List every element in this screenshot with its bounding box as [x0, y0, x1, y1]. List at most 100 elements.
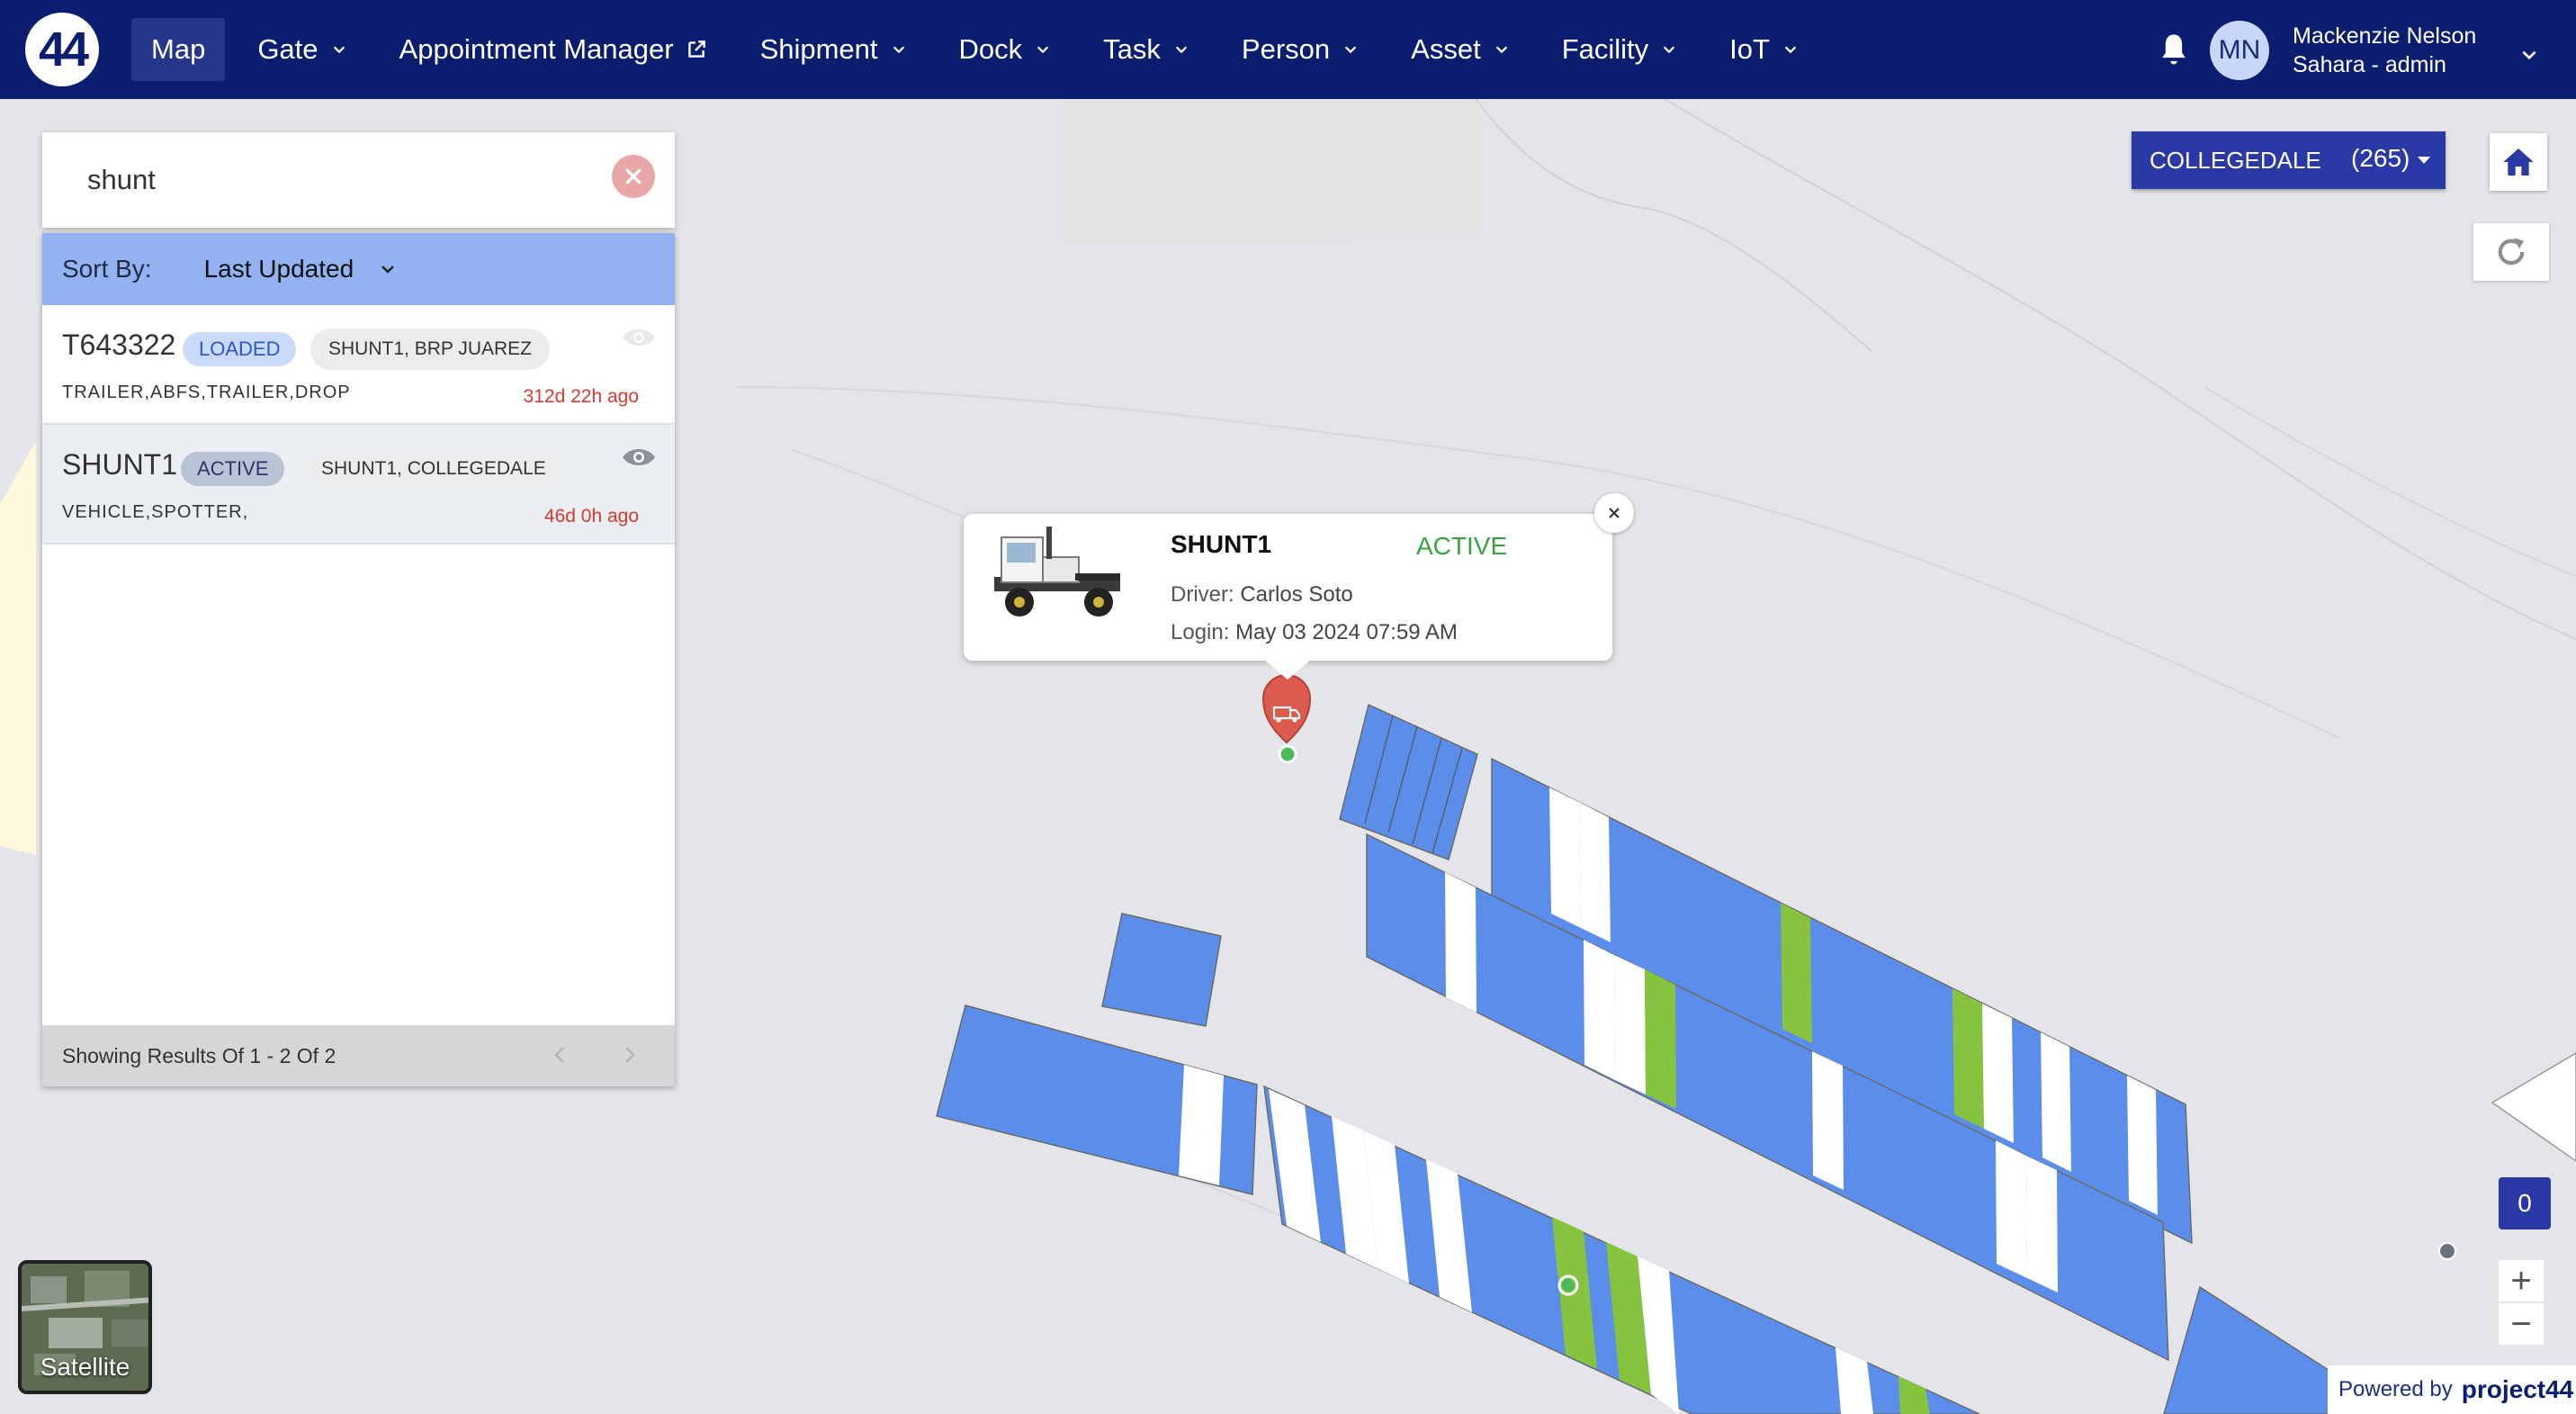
- nav-asset[interactable]: Asset: [1391, 18, 1530, 81]
- zoom-out-button[interactable]: −: [2499, 1303, 2544, 1345]
- result-tag-primary: SHUNT1: [328, 338, 405, 359]
- chevron-down-icon: [1495, 46, 1507, 54]
- result-id: SHUNT1: [62, 448, 178, 481]
- nav-facility[interactable]: Facility: [1542, 18, 1697, 81]
- nav-task[interactable]: Task: [1083, 18, 1209, 81]
- nav-iot-label: IoT: [1729, 33, 1770, 65]
- popup-driver-label: Driver:: [1171, 582, 1234, 607]
- top-nav-bar: 44 Map Gate Appointment Manager Shipment…: [0, 0, 2576, 99]
- parking-block[interactable]: [1101, 913, 1222, 1027]
- chevron-down-icon: [1344, 46, 1357, 54]
- satellite-label: Satellite: [40, 1353, 130, 1381]
- nav-gate-label: Gate: [257, 33, 319, 65]
- nav-facility-label: Facility: [1561, 33, 1649, 65]
- project44-brand: project44: [2461, 1375, 2574, 1403]
- facility-name: COLLEGEDALE: [2150, 146, 2321, 174]
- eye-icon[interactable]: [621, 325, 657, 350]
- nav-iot[interactable]: IoT: [1710, 18, 1818, 81]
- result-subtitle: TRAILER,ABFS,TRAILER,DROP: [62, 383, 351, 402]
- status-badge: LOADED: [183, 332, 297, 366]
- chevron-down-icon: [1175, 46, 1188, 54]
- popup-driver: Driver: Carlos Soto: [1171, 582, 1353, 608]
- home-icon: [2503, 149, 2534, 176]
- result-tag-secondary: COLLEGEDALE: [407, 458, 546, 479]
- nav-shipment[interactable]: Shipment: [740, 18, 927, 81]
- avatar[interactable]: MN: [2210, 21, 2269, 80]
- nav-map[interactable]: Map: [131, 18, 226, 81]
- nav-dock[interactable]: Dock: [939, 18, 1072, 81]
- result-tag-secondary: BRP JUAREZ: [414, 338, 532, 359]
- nav-dock-label: Dock: [958, 33, 1023, 65]
- asset-dot[interactable]: [1562, 1279, 1575, 1292]
- result-time: 46d 0h ago: [543, 506, 639, 527]
- nav-map-label: Map: [151, 33, 206, 65]
- sort-label: Sort By:: [62, 255, 152, 283]
- powered-by-text: Powered by: [2338, 1377, 2453, 1401]
- map-area-green: [1062, 99, 1485, 243]
- external-link-icon: [687, 41, 705, 58]
- popup-close-button[interactable]: [1594, 493, 1634, 533]
- refresh-button[interactable]: [2473, 223, 2549, 281]
- user-name: Mackenzie Nelson: [2293, 23, 2477, 49]
- popup-asset-name: SHUNT1: [1171, 530, 1272, 558]
- results-panel: Sort By: Last Updated T643322 LOADED SHU…: [42, 233, 675, 1086]
- user-menu[interactable]: Mackenzie Nelson Sahara - admin: [2293, 22, 2476, 79]
- parking-block[interactable]: [1339, 703, 1478, 860]
- project44-logo[interactable]: 44: [25, 13, 99, 86]
- parking-block[interactable]: [2163, 1285, 2340, 1414]
- pagination-bar: Showing Results Of 1 - 2 Of 2: [42, 1025, 675, 1086]
- sort-select[interactable]: Last Updated: [204, 255, 355, 284]
- refresh-icon: [2498, 238, 2525, 266]
- result-subtitle: VEHICLE,SPOTTER,: [62, 502, 249, 522]
- popup-status: ACTIVE: [1416, 532, 1508, 560]
- popup-login: Login: May 03 2024 07:59 AM: [1171, 620, 1458, 645]
- search-input[interactable]: [87, 164, 591, 196]
- search-clear-button[interactable]: [612, 155, 655, 198]
- facility-count: (265): [2351, 144, 2410, 172]
- truck-image: [994, 527, 1120, 617]
- map-dot[interactable]: [2438, 1242, 2456, 1260]
- map-road: [2204, 386, 2576, 577]
- user-role: Sahara - admin: [2293, 52, 2446, 77]
- main-nav: Map Gate Appointment Manager Shipment Do…: [131, 0, 1831, 99]
- sort-bar: Sort By: Last Updated: [42, 233, 675, 305]
- popup-driver-value: Carlos Soto: [1240, 582, 1353, 607]
- parking-block[interactable]: [2491, 1052, 2576, 1162]
- result-tag: SHUNT1, BRP JUAREZ: [310, 329, 550, 370]
- facility-selector[interactable]: COLLEGEDALE (265): [2132, 131, 2446, 189]
- list-item[interactable]: T643322 LOADED SHUNT1, BRP JUAREZ TRAILE…: [42, 305, 675, 425]
- nav-asset-label: Asset: [1411, 33, 1481, 65]
- nav-task-label: Task: [1103, 33, 1161, 65]
- nav-appointment-manager-label: Appointment Manager: [399, 33, 674, 65]
- chevron-down-icon[interactable]: [379, 260, 397, 278]
- nav-appointment-manager[interactable]: Appointment Manager: [380, 18, 728, 81]
- chevron-right-icon[interactable]: [618, 1043, 642, 1067]
- close-icon: [1609, 508, 1620, 518]
- bell-icon[interactable]: [2154, 30, 2194, 69]
- map-road: [1475, 99, 1872, 352]
- chevron-left-icon[interactable]: [548, 1043, 571, 1067]
- result-tag: SHUNT1, COLLEGEDALE: [303, 448, 564, 490]
- eye-icon[interactable]: [621, 445, 657, 470]
- nav-gate[interactable]: Gate: [238, 18, 366, 81]
- nav-person-label: Person: [1241, 33, 1331, 65]
- result-time: 312d 22h ago: [523, 386, 639, 407]
- nav-person[interactable]: Person: [1222, 18, 1378, 81]
- home-button[interactable]: [2490, 133, 2547, 191]
- popup-login-label: Login:: [1171, 620, 1230, 644]
- layer-count-button[interactable]: 0: [2499, 1177, 2551, 1229]
- caret-down-icon: [2418, 157, 2430, 164]
- truck-pin-icon[interactable]: [1261, 674, 1312, 744]
- list-item[interactable]: SHUNT1 ACTIVE SHUNT1, COLLEGEDALE VEHICL…: [42, 425, 675, 545]
- chevron-down-icon: [333, 46, 345, 54]
- satellite-toggle[interactable]: Satellite: [18, 1260, 152, 1394]
- map-area-yellow: [0, 441, 36, 855]
- status-badge: ACTIVE: [181, 452, 285, 486]
- chevron-down-icon[interactable]: [2519, 45, 2539, 65]
- search-box[interactable]: [42, 132, 675, 228]
- zoom-in-button[interactable]: +: [2499, 1260, 2544, 1301]
- result-tag-primary: SHUNT1: [321, 458, 398, 479]
- chevron-down-icon: [1037, 46, 1049, 54]
- powered-by-badge: Powered by project44: [2328, 1365, 2576, 1414]
- asset-dot[interactable]: [1278, 744, 1297, 764]
